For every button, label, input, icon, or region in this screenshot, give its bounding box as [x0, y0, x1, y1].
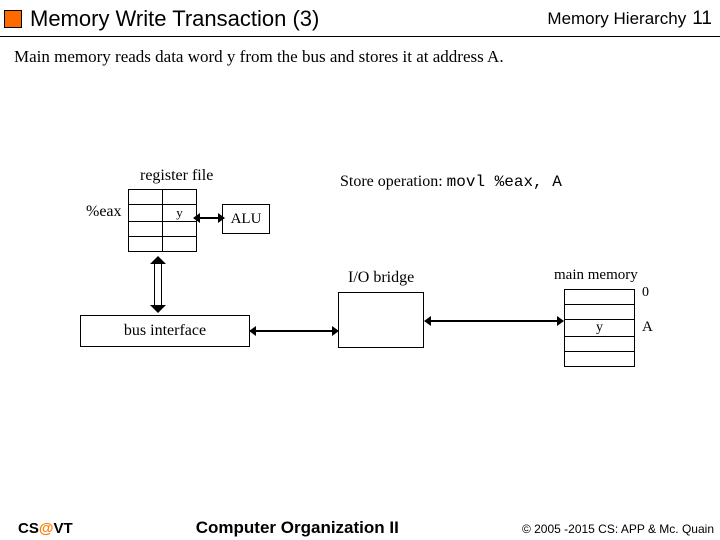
- footer-center: Computer Organization II: [73, 518, 522, 538]
- page-number: 11: [692, 8, 712, 30]
- slide-footer: CS@VT Computer Organization II © 2005 -2…: [0, 518, 720, 538]
- bus-interface-box: bus interface: [80, 315, 250, 347]
- footer-cs: CS: [18, 520, 39, 537]
- footer-at: @: [39, 520, 54, 537]
- register-file-label: register file: [140, 167, 213, 185]
- eax-label: %eax: [86, 203, 122, 221]
- main-memory-index0: 0: [642, 285, 649, 301]
- regfile-bus-arrow-icon: [152, 257, 164, 312]
- busif-iobridge-arrow-icon: [255, 330, 333, 332]
- register-file-table: y: [128, 189, 197, 252]
- section-title: Memory Hierarchy: [547, 9, 686, 29]
- store-op-code: movl %eax, A: [447, 173, 562, 191]
- memory-diagram: register file y %eax ALU Store operation…: [0, 67, 720, 467]
- store-op-prefix: Store operation:: [340, 173, 447, 190]
- io-bridge-label: I/O bridge: [348, 269, 414, 287]
- io-bridge-box: [338, 292, 424, 348]
- eax-cell-value: y: [163, 205, 197, 222]
- slide-title: Memory Write Transaction (3): [30, 6, 547, 32]
- footer-vt: VT: [53, 520, 72, 537]
- footer-left: CS@VT: [18, 520, 73, 537]
- store-operation-text: Store operation: movl %eax, A: [340, 173, 562, 191]
- slide-description: Main memory reads data word y from the b…: [0, 37, 720, 67]
- alu-box: ALU: [222, 204, 270, 234]
- main-memory-table: y: [564, 289, 635, 367]
- main-memory-value-cell: y: [565, 320, 635, 337]
- slide-header: Memory Write Transaction (3) Memory Hier…: [0, 0, 720, 37]
- accent-square-icon: [4, 10, 22, 28]
- main-memory-addr: A: [642, 319, 653, 336]
- footer-right: © 2005 -2015 CS: APP & Mc. Quain: [522, 522, 714, 536]
- regfile-alu-arrow-icon: [199, 217, 219, 219]
- iobridge-mem-arrow-icon: [430, 320, 558, 322]
- main-memory-label: main memory: [554, 267, 638, 284]
